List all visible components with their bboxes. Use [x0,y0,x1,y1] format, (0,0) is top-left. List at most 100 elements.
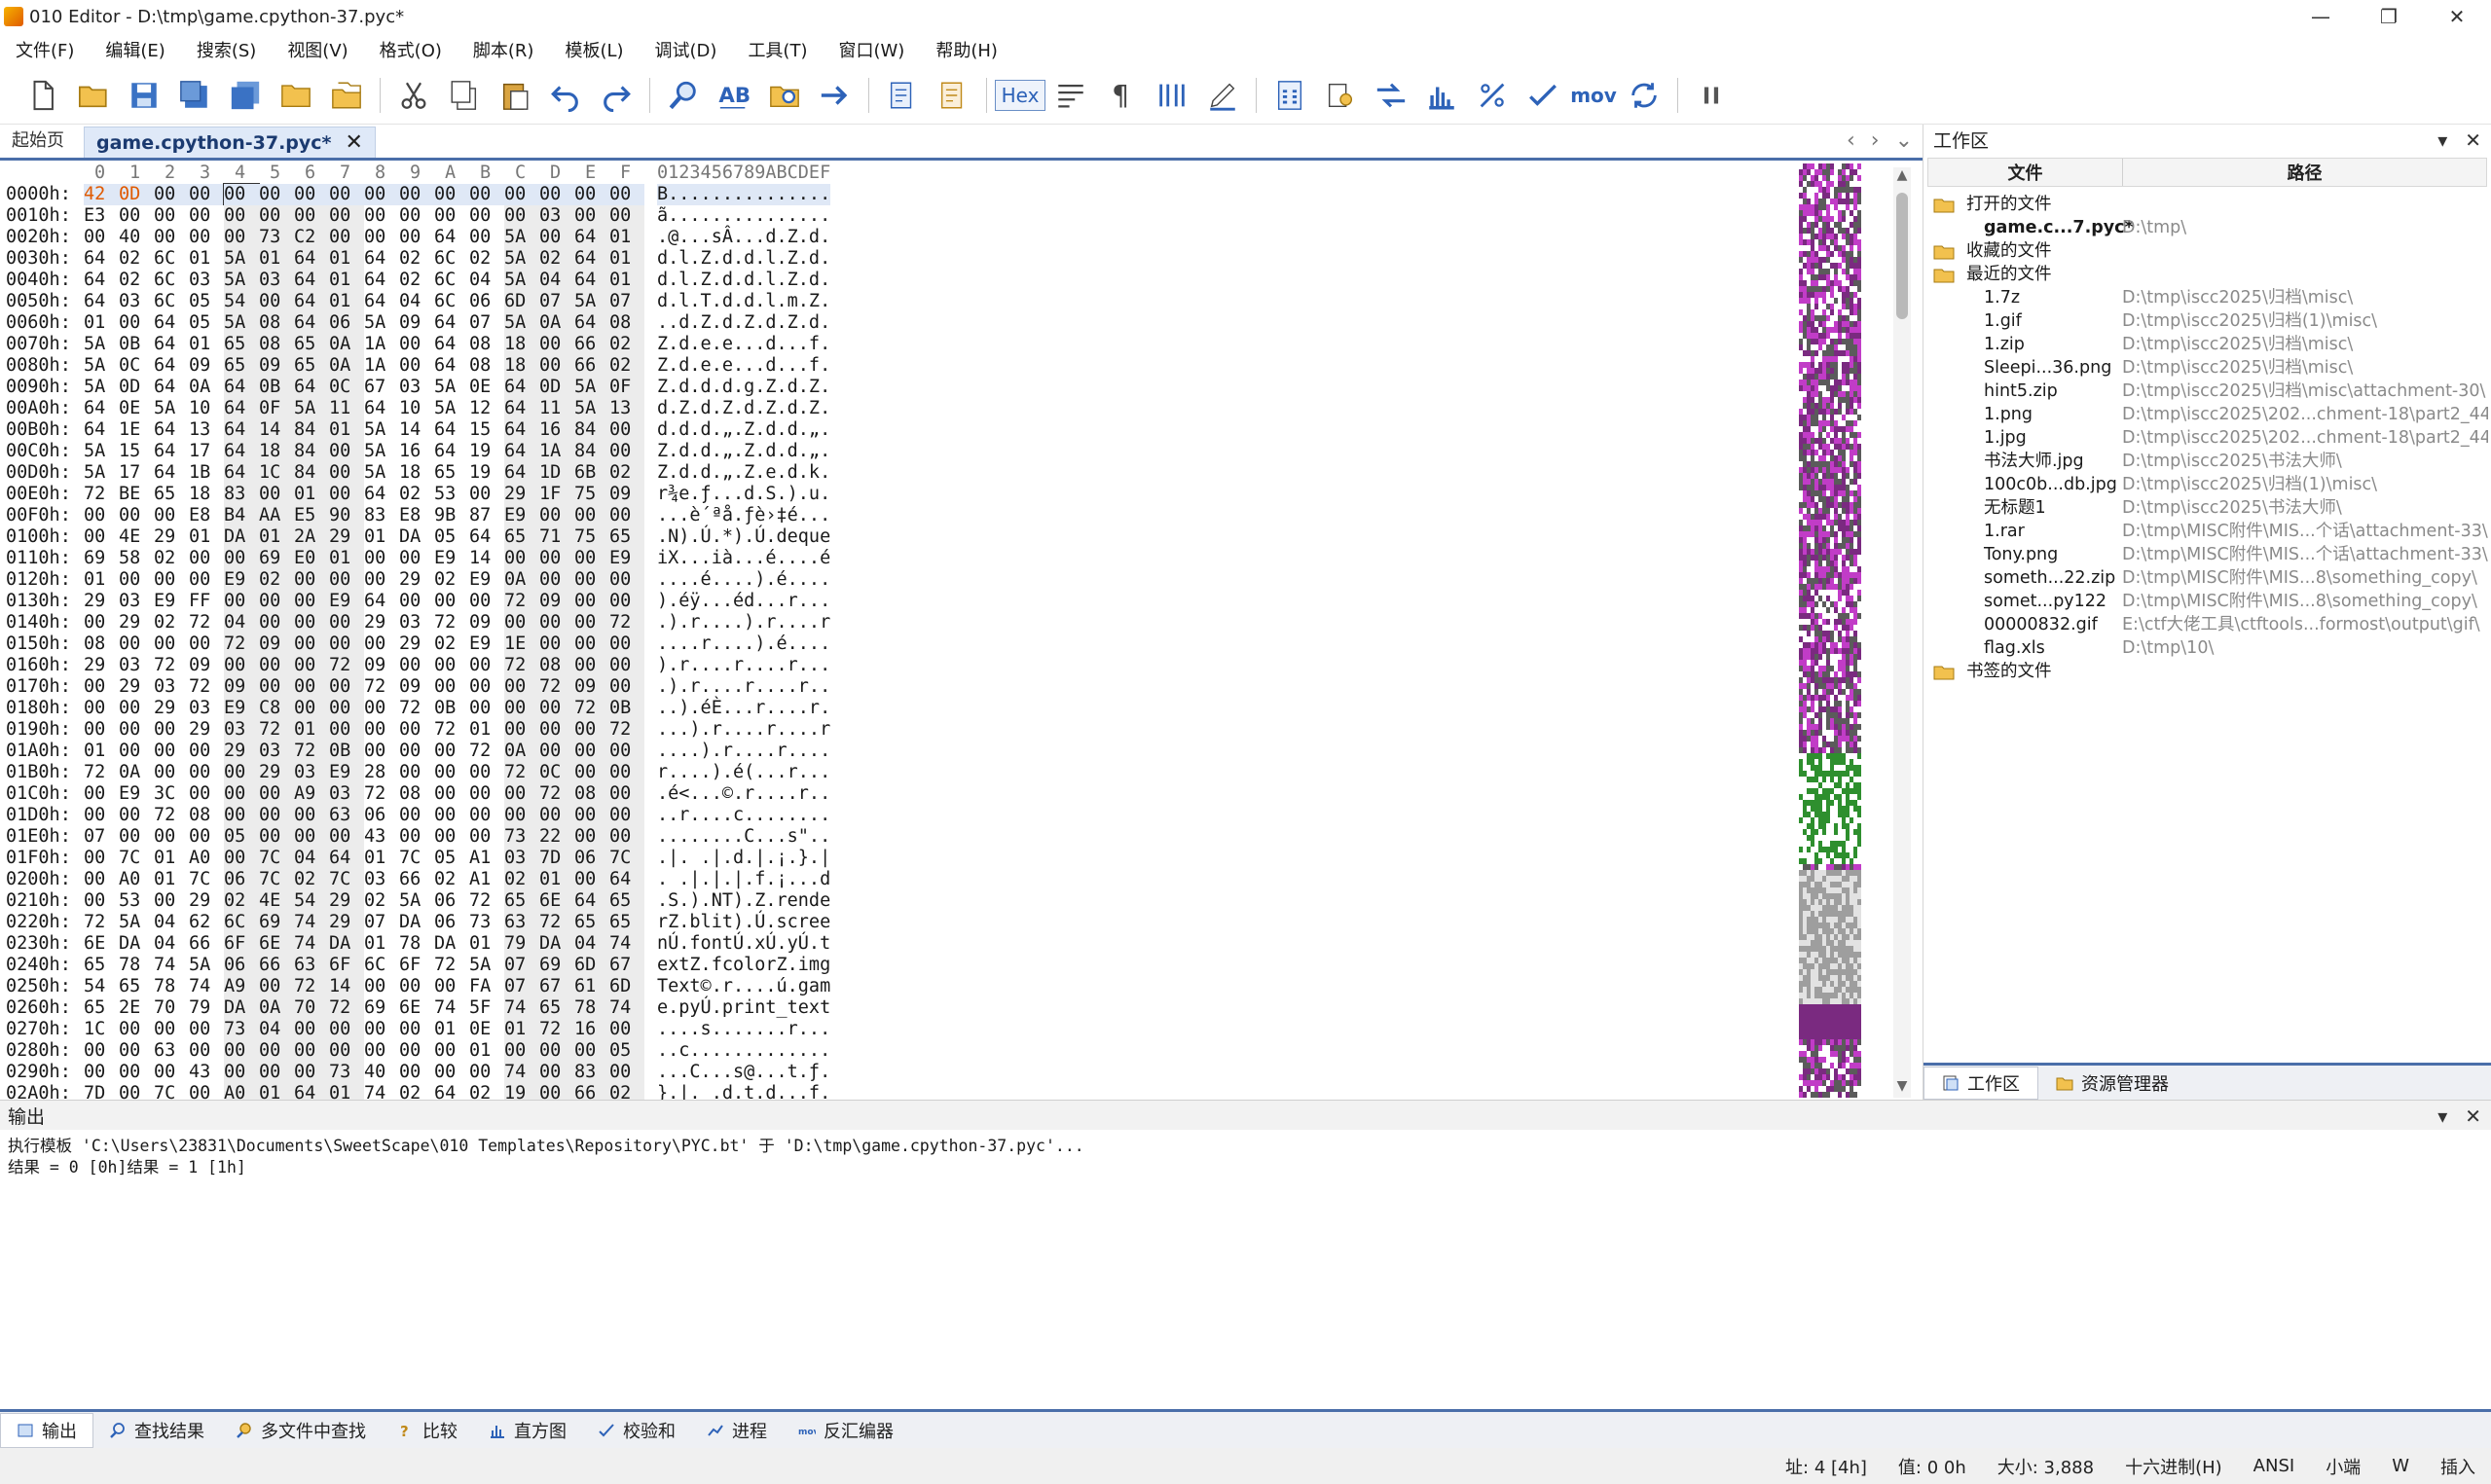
hex-ascii[interactable]: . .|.|.|.f.¡...d [657,869,830,890]
hex-byte[interactable]: 64 [364,248,399,270]
hex-byte[interactable]: 65 [84,955,119,976]
hex-byte[interactable]: 72 [609,719,644,741]
hex-byte[interactable]: 5A [84,441,119,462]
hex-byte[interactable]: 00 [609,1062,644,1083]
column-path[interactable]: 路径 [2123,159,2486,186]
hex-byte[interactable]: 6C [434,248,469,270]
hex-byte[interactable]: 02 [609,334,644,355]
hex-row[interactable]: 0170h: 00 29 03 72 09 00 00 00 72 09 00 00 00 72 09 00.)… [0,676,847,698]
tab-compare[interactable]: ? 比较 [382,1413,473,1448]
hex-byte[interactable]: 00 [294,1040,329,1062]
hex-byte[interactable]: 1B [189,462,224,484]
hex-row[interactable]: 0090h: 5A 0D 64 0A 64 0B 64 0C 67 03 5A 0E 64 0D 5A 0F Z.… [0,377,847,398]
hex-row[interactable]: 0040h: 64 02 6C 03 5A 03 64 01 64 02 6C 04 5A 04 64 01 d.… [0,270,847,291]
hex-byte[interactable]: 00 [154,762,189,783]
hex-byte[interactable]: 64 [224,377,259,398]
hex-byte[interactable]: 00 [84,848,119,869]
hex-byte[interactable]: 1A [364,355,399,377]
hex-byte[interactable]: 00 [154,227,189,248]
hex-byte[interactable]: 72 [399,698,434,719]
tree-file-item[interactable]: 1.rar D:\tmp\MISC附件\MIS...个话\attachment-3… [1927,520,2488,543]
hex-bytes[interactable]: 00 A0 01 7C 06 7C 02 7C 03 66 02 A1 02 01 00 64 [84,869,644,890]
hex-byte[interactable]: 63 [294,955,329,976]
hex-byte[interactable]: 53 [434,484,469,505]
close-tab-icon[interactable]: ✕ [346,130,363,155]
hex-ascii[interactable]: Z.d.d.d.g.Z.d.Z. [657,377,830,398]
hex-byte[interactable]: DA [224,997,259,1019]
hex-byte[interactable]: 15 [469,419,504,441]
hex-byte[interactable]: 00 [399,976,434,997]
hex-byte[interactable]: 03 [539,205,574,227]
hex-ascii[interactable]: extZ.fcolorZ.img [657,955,830,976]
hex-row[interactable]: 0020h: 00 40 00 00 00 73 C2 00 00 00 64 00 5A 00 64 01 .@… [0,227,847,248]
hex-byte[interactable]: 7C [189,869,224,890]
hex-byte[interactable]: 00 [119,312,154,334]
hex-byte[interactable]: 00 [609,783,644,805]
hex-byte[interactable]: 00 [539,227,574,248]
hex-byte[interactable]: 00 [294,1019,329,1040]
hex-byte[interactable]: 7C [399,848,434,869]
hex-byte[interactable]: E9 [329,591,364,612]
hex-byte[interactable]: 5A [364,441,399,462]
hex-byte[interactable]: 64 [154,312,189,334]
hex-byte[interactable]: 00 [119,569,154,591]
hex-byte[interactable]: 09 [399,312,434,334]
hex-byte[interactable]: AA [259,505,294,526]
hex-byte[interactable]: 64 [154,377,189,398]
hex-byte[interactable]: 16 [539,419,574,441]
hex-byte[interactable]: 6F [329,955,364,976]
hex-row[interactable]: 0140h: 00 29 02 72 04 00 00 00 29 03 72 09 00 00 00 72.)… [0,612,847,633]
tab-list-icon[interactable]: ⌄ [1895,128,1913,153]
hex-bytes[interactable]: 72 BE 65 18 83 00 01 00 64 02 53 00 29 1F 75 09 [84,484,644,505]
hex-byte[interactable]: 00 [574,719,609,741]
hex-byte[interactable]: 06 [329,312,364,334]
hex-byte[interactable]: 08 [399,783,434,805]
hex-bytes[interactable]: 64 1E 64 13 64 14 84 01 5A 14 64 15 64 16 84 00 [84,419,644,441]
hex-byte[interactable]: 00 [294,205,329,227]
hex-byte[interactable]: 54 [224,291,259,312]
hex-byte[interactable]: 0C [119,355,154,377]
hex-byte[interactable]: 29 [364,612,399,633]
hex-byte[interactable]: 72 [329,997,364,1019]
hex-byte[interactable]: 63 [329,805,364,826]
hex-byte[interactable]: 00 [329,484,364,505]
hex-byte[interactable]: 05 [434,848,469,869]
hex-byte[interactable]: 00 [84,676,119,698]
hex-bytes[interactable]: 00 29 02 72 04 00 00 00 29 03 72 09 00 00 00 72 [84,612,644,633]
hex-bytes[interactable]: 00 00 29 03 E9 C8 00 00 00 72 0B 00 00 00 72 0B [84,698,644,719]
hex-row[interactable]: 0220h: 72 5A 04 62 6C 69 74 29 07 DA 06 73 63 72 65 65 rZ… [0,912,847,933]
hex-byte[interactable]: 00 [609,441,644,462]
hex-byte[interactable]: 00 [259,655,294,676]
hex-byte[interactable]: 5A [364,419,399,441]
hex-ascii[interactable]: ...C...s@...t.ƒ. [657,1062,830,1083]
hex-byte[interactable]: 00 [399,591,434,612]
hex-byte[interactable]: 02 [399,484,434,505]
tree-file-item[interactable]: Tony.png D:\tmp\MISC附件\MIS...个话\attachmen… [1927,543,2488,566]
hex-byte[interactable]: DA [399,526,434,548]
hex-byte[interactable]: 00 [469,698,504,719]
hex-byte[interactable]: 00 [294,655,329,676]
hex-ascii[interactable]: e.pyÚ.print_text [657,997,830,1019]
hex-byte[interactable]: 06 [224,955,259,976]
hex-ascii[interactable]: ........C...s".. [657,826,830,848]
hex-byte[interactable]: 72 [189,676,224,698]
hex-byte[interactable]: 73 [259,227,294,248]
hex-byte[interactable]: 29 [399,633,434,655]
hex-row[interactable]: 0250h: 54 65 78 74 A9 00 72 14 00 00 00 FA 07 67 61 6D Te… [0,976,847,997]
hex-byte[interactable]: DA [329,933,364,955]
workspace-tree[interactable]: 打开的文件 game.c...7.pyc* D:\tmp\ 收藏的文件 最近的文件 1.7… [1927,193,2488,683]
hex-byte[interactable]: 00 [469,805,504,826]
hex-byte[interactable]: 00 [364,719,399,741]
hex-byte[interactable]: 74 [504,997,539,1019]
redo-icon[interactable] [593,72,640,119]
hex-byte[interactable]: 01 [84,741,119,762]
hex-byte[interactable]: 64 [84,270,119,291]
hex-byte[interactable]: 10 [399,398,434,419]
hex-byte[interactable]: 00 [364,205,399,227]
hex-byte[interactable]: 64 [84,291,119,312]
scroll-down-icon[interactable]: ▼ [1893,1078,1911,1098]
hex-byte[interactable]: 1C [84,1019,119,1040]
hex-byte[interactable]: 65 [609,912,644,933]
hex-byte[interactable]: 12 [469,398,504,419]
hex-byte[interactable]: 7D [539,848,574,869]
